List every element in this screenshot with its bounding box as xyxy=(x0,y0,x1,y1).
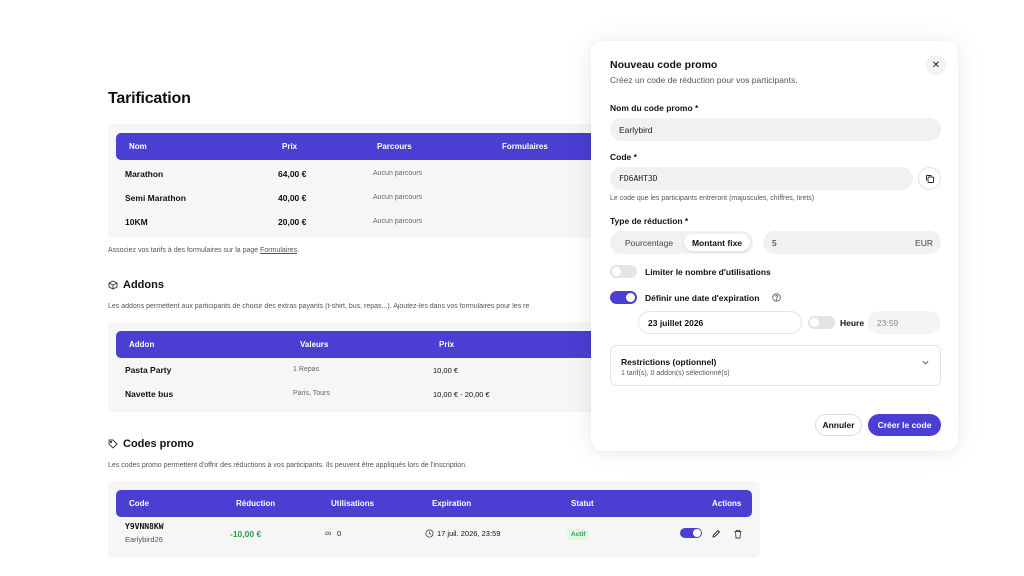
pricing-note: Associez vos tarifs à des formulaires su… xyxy=(108,247,299,254)
promo-row-reduction: -10,00 € xyxy=(230,529,262,539)
pricing-table: Nom Prix Parcours Formulaires Marathon 6… xyxy=(108,124,608,238)
page-title: Tarification xyxy=(108,90,191,107)
promo-active-toggle[interactable] xyxy=(680,528,702,538)
create-code-button[interactable]: Créer le code xyxy=(868,414,941,436)
addons-title: Addons xyxy=(108,279,164,291)
time-input[interactable]: 23:59 xyxy=(868,311,940,334)
time-toggle[interactable] xyxy=(808,316,835,329)
addons-header-price: Prix xyxy=(439,340,455,349)
package-icon xyxy=(108,280,118,290)
expiry-date-input[interactable]: 23 juillet 2026 xyxy=(638,311,802,334)
copy-code-button[interactable] xyxy=(918,167,941,190)
help-circle-icon[interactable] xyxy=(772,293,781,302)
amount-value: 5 xyxy=(772,237,777,248)
pricing-row-courses: Aucun parcours xyxy=(373,218,423,225)
table-row[interactable]: Y9VNN8KW Earlybird26 -10,00 € ∞ 0 17 jui… xyxy=(116,519,752,549)
pricing-header-forms: Formulaires xyxy=(502,142,548,151)
pricing-header-price: Prix xyxy=(282,142,298,151)
amount-input[interactable]: 5 EUR xyxy=(763,231,941,254)
close-icon: ✕ xyxy=(931,59,941,71)
pricing-header-name: Nom xyxy=(129,142,147,151)
clock-icon xyxy=(425,529,434,538)
addon-row-values: Paris, Tours xyxy=(293,390,330,397)
addon-row-name: Navette bus xyxy=(125,389,174,399)
addon-row-name: Pasta Party xyxy=(125,365,172,375)
new-promo-modal: Nouveau code promo Créez un code de rédu… xyxy=(591,41,958,451)
tag-icon xyxy=(108,439,118,449)
addon-row-price: 10,00 € xyxy=(433,366,459,375)
pricing-table-header: Nom Prix Parcours Formulaires xyxy=(116,133,600,160)
code-help: Le code que les participants entreront (… xyxy=(610,195,815,202)
page: Tarification Nom Prix Parcours Formulair… xyxy=(0,0,1024,576)
promo-title-text: Codes promo xyxy=(123,438,194,450)
pricing-row-name: 10KM xyxy=(125,217,148,227)
promo-header-code: Code xyxy=(129,499,149,508)
pricing-note-end: . xyxy=(297,247,300,254)
forms-link[interactable]: Formulaires xyxy=(260,247,297,254)
promo-table: Code Réduction Utilisations Expiration S… xyxy=(108,481,760,558)
pricing-row-price: 40,00 € xyxy=(278,193,307,203)
limit-uses-toggle[interactable] xyxy=(610,265,637,278)
addons-table-header: Addon Valeurs Prix xyxy=(116,331,600,358)
addons-table: Addon Valeurs Prix Pasta Party 1 Repas 1… xyxy=(108,322,608,412)
promo-description: Les codes promo permettent d'offrir des … xyxy=(108,462,467,469)
promo-name-input[interactable]: Earlybird xyxy=(610,118,941,141)
promo-row-uses: 0 xyxy=(337,529,342,538)
restrictions-title: Restrictions (optionnel) xyxy=(621,357,717,367)
type-label: Type de réduction * xyxy=(610,216,689,226)
infinity-icon: ∞ xyxy=(325,528,332,538)
table-row[interactable]: Marathon 64,00 € Aucun parcours xyxy=(116,162,600,186)
pricing-row-courses: Aucun parcours xyxy=(373,170,423,177)
pencil-icon[interactable] xyxy=(711,529,721,539)
expiry-toggle[interactable] xyxy=(610,291,637,304)
table-row[interactable]: 10KM 20,00 € Aucun parcours xyxy=(116,210,600,234)
name-label: Nom du code promo * xyxy=(610,103,699,113)
modal-subtitle: Créez un code de réduction pour vos part… xyxy=(610,75,798,85)
pricing-row-name: Semi Marathon xyxy=(125,193,186,203)
promo-header-expiration: Expiration xyxy=(432,499,472,508)
promo-code-input[interactable]: FD6AHT3D xyxy=(610,167,913,190)
promo-title: Codes promo xyxy=(108,438,194,450)
promo-header-status: Statut xyxy=(571,499,594,508)
code-label: Code * xyxy=(610,152,637,162)
pricing-note-text: Associez vos tarifs à des formulaires su… xyxy=(108,247,261,254)
table-row[interactable]: Navette bus Paris, Tours 10,00 € - 20,00… xyxy=(116,382,600,406)
copy-icon xyxy=(925,174,934,183)
restrictions-summary: 1 tarif(s), 0 addon(s) sélectionné(s) xyxy=(621,370,730,377)
pricing-row-price: 20,00 € xyxy=(278,217,307,227)
cancel-button[interactable]: Annuler xyxy=(815,414,862,436)
addon-row-price: 10,00 € - 20,00 € xyxy=(433,390,490,399)
chevron-down-icon xyxy=(922,360,929,365)
pricing-row-courses: Aucun parcours xyxy=(373,194,423,201)
addons-description: Les addons permettent aux participants d… xyxy=(108,303,530,310)
restrictions-accordion[interactable]: Restrictions (optionnel) 1 tarif(s), 0 a… xyxy=(610,345,941,386)
addons-header-addon: Addon xyxy=(129,340,155,349)
addon-row-values: 1 Repas xyxy=(293,366,320,373)
promo-table-header: Code Réduction Utilisations Expiration S… xyxy=(116,490,752,517)
promo-row-expiration: 17 juil. 2026, 23:59 xyxy=(437,529,501,538)
time-label: Heure xyxy=(840,318,865,328)
trash-icon[interactable] xyxy=(733,529,743,539)
promo-header-reduction: Réduction xyxy=(236,499,276,508)
type-percentage-option[interactable]: Pourcentage xyxy=(614,234,684,251)
pricing-row-name: Marathon xyxy=(125,169,164,179)
promo-row-code: Y9VNN8KW xyxy=(125,522,164,531)
pricing-row-price: 64,00 € xyxy=(278,169,307,179)
promo-header-uses: Utilisations xyxy=(331,499,375,508)
reduction-type-switch: Pourcentage Montant fixe xyxy=(610,231,753,254)
close-button[interactable]: ✕ xyxy=(926,55,946,75)
amount-unit: EUR xyxy=(915,237,933,248)
expiry-label: Définir une date d'expiration xyxy=(645,293,760,303)
type-fixed-option[interactable]: Montant fixe xyxy=(684,234,750,251)
table-row[interactable]: Semi Marathon 40,00 € Aucun parcours xyxy=(116,186,600,210)
addons-header-values: Valeurs xyxy=(300,340,329,349)
limit-uses-label: Limiter le nombre d'utilisations xyxy=(645,267,771,277)
addons-title-text: Addons xyxy=(123,279,164,291)
promo-row-name: Earlybird26 xyxy=(125,535,163,544)
pricing-header-courses: Parcours xyxy=(377,142,412,151)
promo-header-actions: Actions xyxy=(712,499,742,508)
status-badge: Actif xyxy=(567,529,590,540)
modal-title: Nouveau code promo xyxy=(610,59,718,71)
table-row[interactable]: Pasta Party 1 Repas 10,00 € xyxy=(116,358,600,382)
